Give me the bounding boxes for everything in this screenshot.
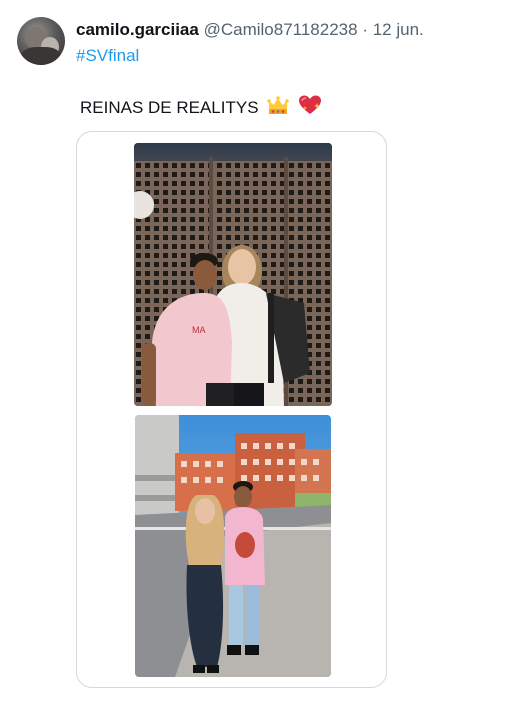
avatar[interactable]: [17, 17, 65, 65]
crown-emoji-icon: [267, 96, 290, 122]
author-name[interactable]: camilo.garciiaa: [76, 20, 199, 39]
tweet[interactable]: camilo.garciiaa @Camilo871182238 · 12 ju…: [0, 0, 509, 702]
sparkling-heart-emoji-icon: [298, 94, 322, 122]
tweet-date[interactable]: 12 jun.: [373, 20, 424, 39]
media-card[interactable]: MA: [76, 131, 387, 688]
tweet-text-line: REINAS DE REALITYS: [80, 94, 322, 122]
tweet-header: camilo.garciiaa @Camilo871182238 · 12 ju…: [76, 19, 424, 41]
separator-dot: ·: [362, 20, 368, 39]
hashtag-link[interactable]: #SVfinal: [76, 45, 139, 67]
photo-two-people-street[interactable]: [135, 415, 331, 677]
photo-two-people-perforated-wall[interactable]: MA: [134, 143, 332, 406]
tweet-text: REINAS DE REALITYS: [80, 98, 259, 117]
svg-text:MA: MA: [192, 325, 206, 335]
author-handle[interactable]: @Camilo871182238: [204, 20, 358, 39]
avatar-figure: [21, 47, 61, 65]
